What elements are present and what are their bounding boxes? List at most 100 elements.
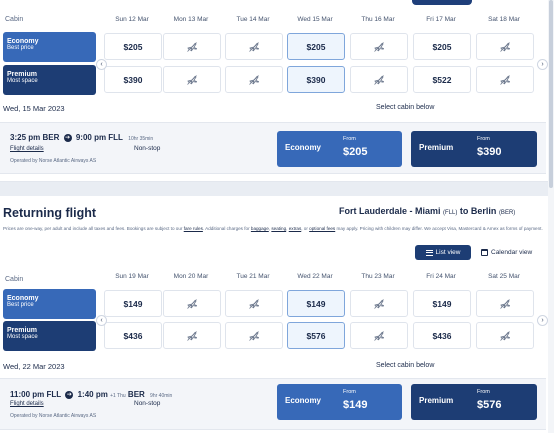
stops-label: Non-stop — [134, 400, 161, 407]
next-week-button[interactable]: › — [537, 59, 548, 70]
plane-crossed-icon — [499, 41, 511, 53]
no-flight-cell — [476, 66, 534, 93]
no-flight-cell — [163, 33, 221, 60]
outbound-flight-card: 3:25 pm BER ➔ 9:00 pm FLL 10hr 35min Fli… — [0, 122, 546, 174]
fare-cell-economy[interactable]: $205 — [413, 33, 471, 60]
scrollbar-track[interactable] — [548, 0, 554, 433]
no-flight-cell — [225, 33, 283, 60]
fare-cell-economy[interactable]: $149 — [104, 290, 162, 317]
route-to-code: (BER) — [498, 210, 516, 216]
day-header: Thu 23 Mar — [361, 273, 395, 280]
fare-cell-economy[interactable]: $205 — [104, 33, 162, 60]
section-divider — [0, 182, 554, 196]
fare-cell-premium[interactable]: $390 — [104, 66, 162, 93]
plane-crossed-icon — [373, 74, 385, 86]
flight-duration: 9hr 40min — [150, 393, 173, 399]
selected-date: Wed, 15 Mar 2023 — [3, 104, 65, 113]
cabin-premium-tile: Premium Most space — [3, 65, 96, 95]
fare-from: From — [343, 389, 356, 395]
day-header: Sat 18 Mar — [488, 16, 520, 23]
plane-crossed-icon — [373, 330, 385, 342]
calendar-view-label: Calendar view — [491, 249, 533, 256]
fare-cell-premium[interactable]: $522 — [413, 66, 471, 93]
depart-time: 11:00 pm FLL — [10, 390, 62, 399]
arrive-time: 1:40 pm — [77, 390, 108, 399]
fare-cell-premium[interactable]: $576 — [287, 322, 345, 349]
fare-name: Economy — [285, 143, 322, 152]
fare-cell-economy[interactable]: $205 — [287, 33, 345, 60]
fare-cell-economy[interactable]: $149 — [287, 290, 345, 317]
flight-duration: 10hr 35min — [128, 136, 154, 142]
baggage-link[interactable]: baggage — [251, 226, 269, 231]
plus-day: +1 Thu — [110, 393, 126, 399]
cabin-premium-title: Premium — [7, 327, 37, 334]
fare-from: From — [343, 136, 356, 142]
route-label: Fort Lauderdale - Miami (FLL) to Berlin … — [339, 206, 515, 216]
day-header: Sat 25 Mar — [488, 273, 520, 280]
fare-cell-premium[interactable]: $436 — [413, 322, 471, 349]
returning-flight-card: 11:00 pm FLL ➔ 1:40 pm +1 Thu BER 9hr 40… — [0, 378, 546, 430]
arrow-right-icon: ➔ — [65, 390, 74, 399]
returning-title: Returning flight — [3, 206, 97, 220]
day-header: Thu 16 Mar — [361, 16, 395, 23]
economy-fare-button[interactable]: Economy From $205 — [277, 131, 402, 167]
no-flight-cell — [163, 322, 221, 349]
cabin-premium-subtitle: Most space — [7, 334, 38, 340]
fare-from: From — [477, 136, 490, 142]
top-action-button[interactable] — [412, 0, 472, 5]
fare-price: $149 — [343, 399, 368, 411]
flight-times: 11:00 pm FLL ➔ 1:40 pm +1 Thu BER 9hr 40… — [10, 390, 172, 399]
plane-crossed-icon — [186, 298, 198, 310]
no-flight-cell — [225, 290, 283, 317]
prev-week-button[interactable]: ‹ — [96, 315, 107, 326]
route-to-word: to — [459, 206, 469, 216]
scrollbar-thumb[interactable] — [549, 0, 553, 188]
plane-crossed-icon — [186, 74, 198, 86]
fine-text: may apply. Pricing with children may dif… — [335, 226, 543, 231]
fare-cell-economy[interactable]: $149 — [413, 290, 471, 317]
no-flight-cell — [350, 322, 408, 349]
day-header: Tue 21 Mar — [236, 273, 270, 280]
calendar-icon — [481, 249, 488, 256]
flight-details-link[interactable]: Flight details — [10, 401, 44, 407]
list-view-label: List view — [435, 249, 461, 256]
premium-fare-button[interactable]: Premium From $390 — [411, 131, 537, 167]
extras-link[interactable]: extras — [289, 226, 302, 231]
next-week-button[interactable]: › — [537, 315, 548, 326]
fare-rules-link[interactable]: fare rules — [184, 226, 203, 231]
cabin-economy-tile: Economy Best price — [3, 32, 96, 62]
list-view-button[interactable]: List view — [415, 245, 471, 260]
outbound-section: Cabin Sun 12 Mar Mon 13 Mar Tue 14 Mar Wed … — [0, 0, 548, 182]
prev-week-button[interactable]: ‹ — [96, 59, 107, 70]
day-header: Fri 24 Mar — [426, 273, 456, 280]
arrive-code: BER — [127, 390, 145, 399]
fare-price: $205 — [343, 146, 368, 158]
cabin-premium-subtitle: Most space — [7, 78, 38, 84]
calendar-view-button[interactable]: Calendar view — [479, 245, 547, 260]
no-flight-cell — [476, 290, 534, 317]
plane-crossed-icon — [248, 41, 260, 53]
cabin-economy-subtitle: Best price — [7, 302, 34, 308]
route-to-city: Berlin — [470, 206, 497, 216]
fare-price: $390 — [477, 146, 502, 158]
day-header: Mon 20 Mar — [173, 273, 209, 280]
flight-details-link[interactable]: Flight details — [10, 146, 44, 152]
economy-fare-button[interactable]: Economy From $149 — [277, 384, 402, 420]
no-flight-cell — [225, 322, 283, 349]
operator-label: Operated by Norse Atlantic Airways AS — [10, 413, 97, 419]
premium-fare-button[interactable]: Premium From $576 — [411, 384, 537, 420]
select-cabin-label: Select cabin below — [376, 104, 435, 111]
optional-fees-link[interactable]: optional fees — [309, 226, 335, 231]
cabin-economy-subtitle: Best price — [7, 45, 34, 51]
no-flight-cell — [476, 33, 534, 60]
fare-price: $576 — [477, 399, 502, 411]
fine-text: . Additional charges for — [202, 226, 251, 231]
returning-section: Returning flight Fort Lauderdale - Miami… — [0, 196, 548, 433]
arrow-right-icon: ➔ — [63, 133, 72, 142]
route-from-code: (FLL) — [443, 210, 458, 216]
cabin-header: Cabin — [5, 276, 24, 283]
seating-link[interactable]: seating — [271, 226, 286, 231]
fare-cell-premium[interactable]: $436 — [104, 322, 162, 349]
fine-text: Prices are one-way, per adult and includ… — [3, 226, 184, 231]
fare-cell-premium[interactable]: $390 — [287, 66, 345, 93]
